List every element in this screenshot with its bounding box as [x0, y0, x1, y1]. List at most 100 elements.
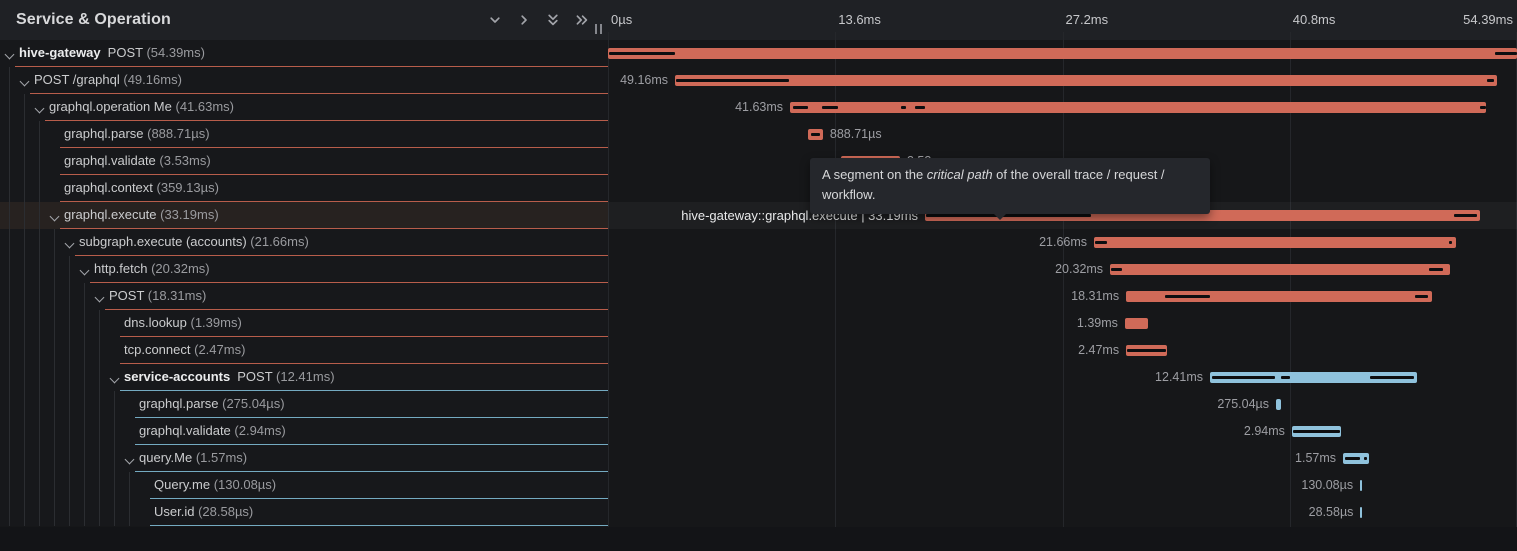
span-bar-row[interactable]: 21.66ms: [608, 229, 1517, 256]
span-tree-item[interactable]: query.Me (1.57ms): [0, 445, 608, 472]
span-tree-item[interactable]: graphql.context (359.13µs): [0, 175, 608, 202]
span-tree-item[interactable]: graphql.parse (275.04µs): [0, 391, 608, 418]
span-duration: (1.39ms): [191, 315, 242, 330]
bar-duration-label: 888.71µs: [830, 127, 882, 141]
indent-guide: [24, 472, 25, 499]
panel-resize-handle[interactable]: [595, 24, 605, 34]
span-bar-row[interactable]: 49.16ms: [608, 67, 1517, 94]
span-bar[interactable]: [608, 48, 1517, 59]
indent-guide: [9, 283, 10, 310]
span-tree-item[interactable]: POST /graphql (49.16ms): [0, 67, 608, 94]
span-bar-row[interactable]: 1.57ms: [608, 445, 1517, 472]
span-tree-item[interactable]: User.id (28.58µs): [0, 499, 608, 526]
indent-guide: [99, 337, 100, 364]
chevron-down-icon[interactable]: [80, 266, 90, 276]
span-bar-row[interactable]: 130.08µs: [608, 472, 1517, 499]
chevron-down-icon[interactable]: [35, 104, 45, 114]
span-tree-item[interactable]: dns.lookup (1.39ms): [0, 310, 608, 337]
indent-guide: [24, 499, 25, 526]
span-bar[interactable]: [1094, 237, 1456, 248]
span-tree-item[interactable]: subgraph.execute (accounts) (21.66ms): [0, 229, 608, 256]
indent-guide: [9, 445, 10, 472]
span-tree-item[interactable]: graphql.parse (888.71µs): [0, 121, 608, 148]
critical-path-segment: [793, 106, 808, 109]
span-bar[interactable]: [1126, 345, 1167, 356]
chevron-down-icon[interactable]: [50, 212, 60, 222]
span-tree-item[interactable]: graphql.validate (3.53ms): [0, 148, 608, 175]
critical-path-segment: [915, 106, 925, 109]
indent-guide: [54, 391, 55, 418]
ruler-tick-label: 27.2ms: [1066, 12, 1109, 27]
indent-guide: [9, 472, 10, 499]
chevron-down-icon[interactable]: [110, 374, 120, 384]
span-bar[interactable]: [1360, 480, 1362, 491]
span-bar[interactable]: [675, 75, 1497, 86]
span-bar-row[interactable]: 2.94ms: [608, 418, 1517, 445]
indent-guide: [84, 391, 85, 418]
span-bar[interactable]: [1360, 507, 1362, 518]
span-bar-row[interactable]: [608, 40, 1517, 67]
span-tree-item[interactable]: tcp.connect (2.47ms): [0, 337, 608, 364]
span-duration: (275.04µs): [222, 396, 284, 411]
timeline-header: Service & Operation 0µs13.6ms27.2ms40.8m…: [0, 0, 1517, 40]
indent-guide: [24, 310, 25, 337]
span-bar[interactable]: [1276, 399, 1281, 410]
span-tree-item[interactable]: graphql.execute (33.19ms): [0, 202, 608, 229]
span-bar-row[interactable]: 12.41ms: [608, 364, 1517, 391]
span-bar-row[interactable]: 1.39ms: [608, 310, 1517, 337]
span-tree-item[interactable]: Query.me (130.08µs): [0, 472, 608, 499]
chevron-down-icon[interactable]: [20, 77, 30, 87]
ruler-tick-label: 13.6ms: [838, 12, 881, 27]
indent-guide: [129, 499, 130, 526]
indent-guide: [54, 283, 55, 310]
span-duration: (1.57ms): [196, 450, 247, 465]
angle-down-icon[interactable]: [487, 12, 503, 28]
indent-guide: [9, 499, 10, 526]
operation-name: POST /graphql: [34, 72, 123, 87]
critical-path-segment: [609, 52, 675, 55]
span-label: graphql.validate (3.53ms): [64, 153, 211, 168]
chevron-down-icon[interactable]: [65, 239, 75, 249]
span-bar-row[interactable]: 2.47ms: [608, 337, 1517, 364]
indent-guide: [54, 337, 55, 364]
span-bar-row[interactable]: 28.58µs: [608, 499, 1517, 526]
angle-double-right-icon[interactable]: [574, 12, 590, 28]
span-bar-row[interactable]: 41.63ms: [608, 94, 1517, 121]
operation-name: User.id: [154, 504, 198, 519]
span-row: POST /graphql (49.16ms)49.16ms: [0, 67, 1517, 94]
indent-guide: [69, 472, 70, 499]
span-label: graphql.parse (275.04µs): [139, 396, 285, 411]
span-tree-item[interactable]: http.fetch (20.32ms): [0, 256, 608, 283]
span-bar[interactable]: [790, 102, 1486, 113]
operation-name: http.fetch: [94, 261, 151, 276]
indent-guide: [39, 229, 40, 256]
operation-name: POST: [108, 45, 147, 60]
span-bar[interactable]: [1292, 426, 1341, 437]
span-bar[interactable]: [1125, 318, 1148, 329]
indent-guide: [84, 445, 85, 472]
span-duration: (49.16ms): [123, 72, 182, 87]
angle-double-down-icon[interactable]: [545, 12, 561, 28]
chevron-down-icon[interactable]: [125, 455, 135, 465]
span-tree-item[interactable]: POST (18.31ms): [0, 283, 608, 310]
span-bar[interactable]: [1343, 453, 1369, 464]
span-bar-row[interactable]: 275.04µs: [608, 391, 1517, 418]
chevron-down-icon[interactable]: [95, 293, 105, 303]
angle-right-icon[interactable]: [516, 12, 532, 28]
indent-guide: [39, 121, 40, 148]
span-bar-row[interactable]: 888.71µs: [608, 121, 1517, 148]
span-bar[interactable]: [1110, 264, 1450, 275]
span-bar[interactable]: [1126, 291, 1432, 302]
span-tree-item[interactable]: service-accountsPOST (12.41ms): [0, 364, 608, 391]
indent-guide: [54, 418, 55, 445]
span-label: Query.me (130.08µs): [154, 477, 276, 492]
span-tree-item[interactable]: graphql.validate (2.94ms): [0, 418, 608, 445]
span-row: graphql.operation Me (41.63ms)41.63ms: [0, 94, 1517, 121]
span-bar-row[interactable]: 18.31ms: [608, 283, 1517, 310]
span-tree-item[interactable]: graphql.operation Me (41.63ms): [0, 94, 608, 121]
span-bar[interactable]: [1210, 372, 1417, 383]
chevron-down-icon[interactable]: [5, 50, 15, 60]
span-bar[interactable]: [808, 129, 823, 140]
span-bar-row[interactable]: 20.32ms: [608, 256, 1517, 283]
span-tree-item[interactable]: hive-gatewayPOST (54.39ms): [0, 40, 608, 67]
